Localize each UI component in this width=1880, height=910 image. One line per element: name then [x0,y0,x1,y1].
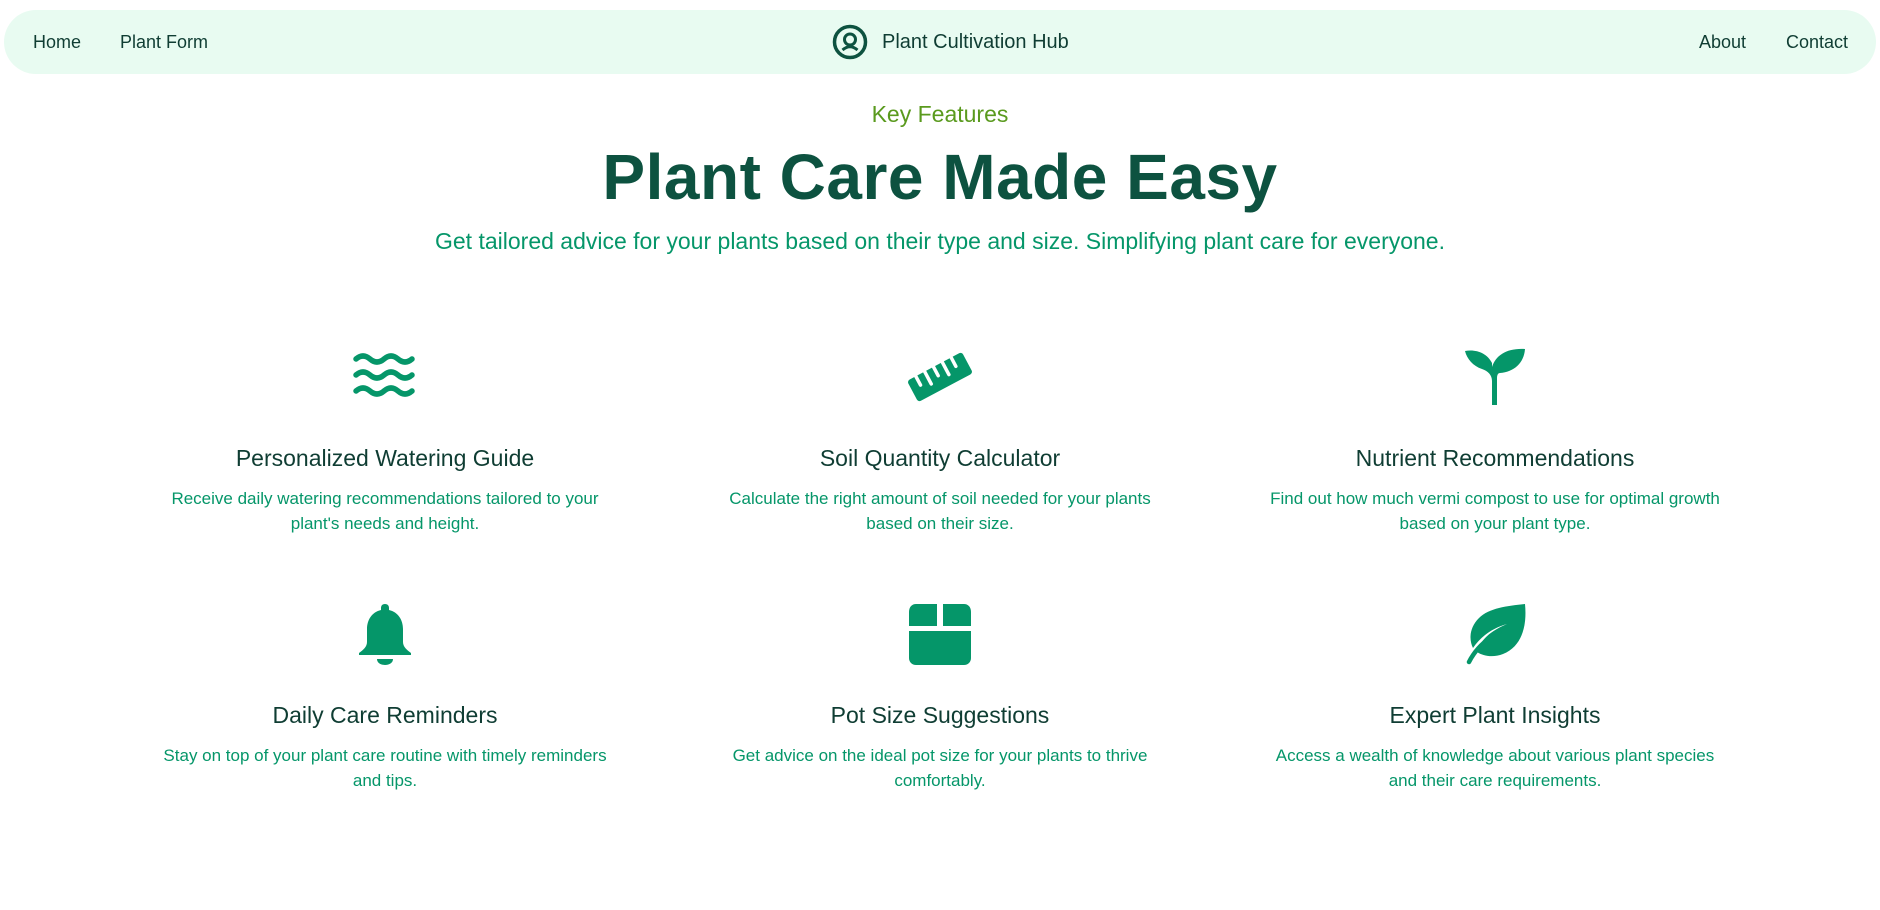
feature-card-nutrients: Nutrient Recommendations Find out how mu… [1255,345,1735,536]
feature-card-soil: Soil Quantity Calculator Calculate the r… [700,345,1180,536]
nav-link-home[interactable]: Home [33,10,81,74]
feature-card-pot-size: Pot Size Suggestions Get advice on the i… [700,602,1180,793]
feature-card-insights: Expert Plant Insights Access a wealth of… [1255,602,1735,793]
feature-description: Receive daily watering recommendations t… [171,489,599,533]
feature-description: Stay on top of your plant care routine w… [163,746,607,790]
water-waves-icon [353,353,415,397]
box-icon [909,604,971,665]
section-eyebrow: Key Features [871,101,1009,127]
feature-title: Personalized Watering Guide [235,445,535,471]
feature-description: Calculate the right amount of soil neede… [729,489,1151,533]
nav-link-plant-form[interactable]: Plant Form [120,10,208,74]
feature-description: Get advice on the ideal pot size for you… [732,746,1148,790]
brand[interactable]: Plant Cultivation Hub [832,10,1069,74]
page-title: Plant Care Made Easy [602,141,1278,213]
nav-link-contact[interactable]: Contact [1786,10,1848,74]
feature-title: Daily Care Reminders [272,702,498,728]
bell-icon [359,604,411,665]
feature-title: Expert Plant Insights [1389,702,1601,728]
seedling-icon [1465,348,1525,405]
brand-name: Plant Cultivation Hub [882,30,1069,53]
feature-title: Soil Quantity Calculator [819,445,1061,471]
feature-title: Pot Size Suggestions [830,702,1050,728]
leaf-icon [1466,604,1526,665]
nav-link-about[interactable]: About [1699,10,1746,74]
feature-description: Access a wealth of knowledge about vario… [1275,746,1715,790]
ruler-icon [908,352,972,402]
feature-title: Nutrient Recommendations [1355,445,1635,471]
page-subtitle: Get tailored advice for your plants base… [435,228,1445,254]
feature-description: Find out how much vermi compost to use f… [1270,489,1720,533]
navbar: Home Plant Form Plant Cultivation Hub Ab… [4,10,1876,74]
feature-card-reminders: Daily Care Reminders Stay on top of your… [145,602,625,793]
feature-card-watering: Personalized Watering Guide Receive dail… [145,345,625,536]
brand-logo-icon [832,24,868,60]
